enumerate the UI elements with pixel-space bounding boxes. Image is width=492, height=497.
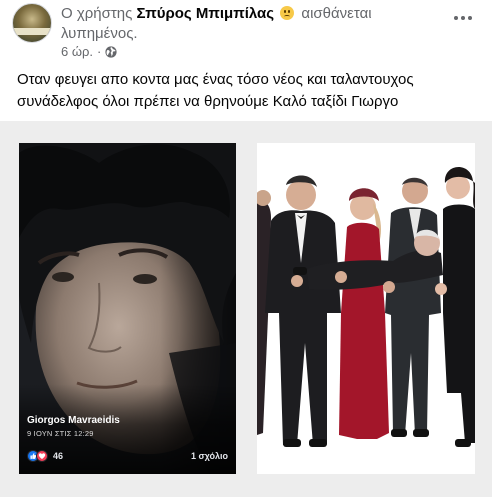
love-icon [36, 450, 48, 462]
shared-post-date: 9 ΙΟΥΝ ΣΤΙΣ 12:29 [27, 429, 94, 438]
author-avatar[interactable] [12, 3, 52, 43]
sad-face-icon [280, 6, 295, 20]
meta-separator: · [97, 44, 102, 59]
globe-icon [105, 46, 117, 58]
cast-photo[interactable] [257, 143, 475, 474]
post-timestamp[interactable]: 6 ώρ. [61, 44, 93, 60]
more-options-button[interactable] [451, 10, 475, 26]
reaction-count: 46 [53, 451, 64, 461]
author-name[interactable]: Σπύρος Μπιμπίλας [137, 5, 275, 22]
more-dot-icon [461, 16, 465, 20]
post-header: Ο χρήστης Σπύρος Μπιμπίλας αισθάνεται λυ… [0, 0, 492, 62]
header-prefix: Ο χρήστης [61, 5, 137, 22]
shared-post-photo[interactable]: Giorgos Mavraeidis 9 ΙΟΥΝ ΣΤΙΣ 12:29 46 … [19, 143, 236, 474]
cast-image [257, 143, 475, 474]
comment-count[interactable]: 1 σχόλιο [191, 451, 228, 461]
post-meta: 6 ώρ. · [61, 44, 117, 60]
more-dot-icon [468, 16, 472, 20]
more-dot-icon [454, 16, 458, 20]
shared-post-author[interactable]: Giorgos Mavraeidis [27, 415, 120, 426]
reactions-summary[interactable]: 46 [27, 450, 63, 462]
post-header-line: Ο χρήστης Σπύρος Μπιμπίλας αισθάνεται λυ… [61, 4, 441, 44]
post-text: Οταν φευγει απο κοντα μας ένας τόσο νέος… [17, 71, 414, 110]
shared-post-stats: 46 1 σχόλιο [27, 448, 228, 464]
post-media: Giorgos Mavraeidis 9 ΙΟΥΝ ΣΤΙΣ 12:29 46 … [0, 121, 492, 497]
